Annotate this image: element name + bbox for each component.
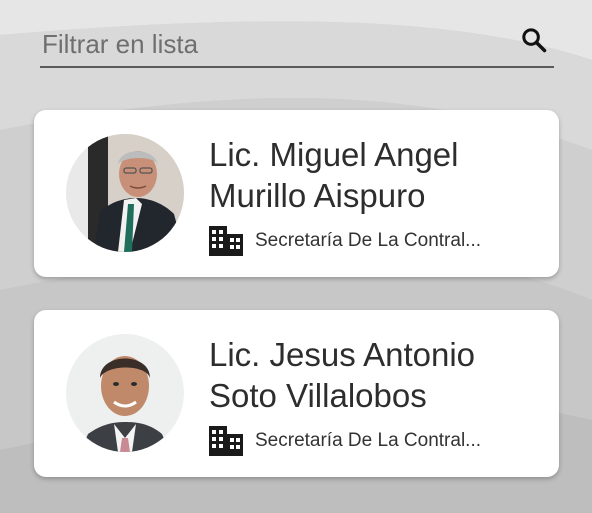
person-photo bbox=[66, 334, 184, 452]
person-name: Lic. Miguel Angel Murillo Aispuro bbox=[209, 136, 459, 214]
person-photo bbox=[66, 134, 184, 252]
building-icon bbox=[209, 226, 243, 256]
person-card[interactable]: Lic. Miguel Angel Murillo Aispuro Secret… bbox=[34, 110, 559, 277]
search-button[interactable] bbox=[518, 24, 550, 56]
person-card[interactable]: Lic. Jesus Antonio Soto Villalobos Secre… bbox=[34, 310, 559, 477]
organization: Secretaría De La Contral... bbox=[209, 426, 481, 456]
organization-label: Secretaría De La Contral... bbox=[255, 230, 481, 251]
building-icon bbox=[209, 426, 243, 456]
search-input[interactable] bbox=[40, 26, 504, 62]
search-bar bbox=[40, 18, 554, 68]
person-name: Lic. Jesus Antonio Soto Villalobos bbox=[209, 336, 475, 414]
organization: Secretaría De La Contral... bbox=[209, 226, 481, 256]
organization-label: Secretaría De La Contral... bbox=[255, 430, 481, 451]
search-icon bbox=[522, 28, 547, 53]
